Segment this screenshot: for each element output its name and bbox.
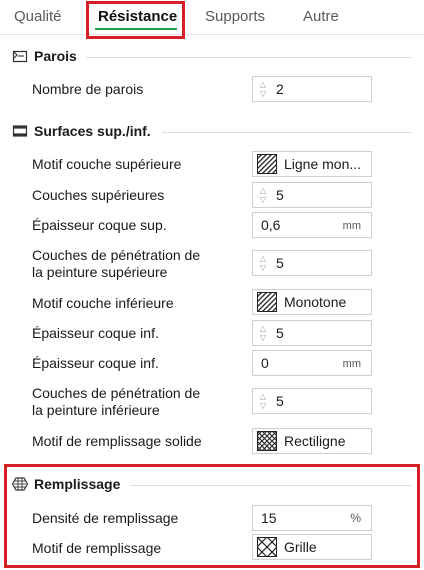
bottom-pattern-value: Monotone [284,294,347,310]
infill-pattern-label: Motif de remplissage [32,540,162,556]
bottom-shell-thickness-input[interactable]: 0 mm [252,350,372,376]
tab-bar: Qualité Résistance Supports Autre [0,0,424,35]
top-shell-thickness-input[interactable]: 0,6 mm [252,212,372,238]
top-pattern-select[interactable]: Ligne mon... [252,151,372,177]
spin-up-icon[interactable]: △ [260,80,266,89]
unit-label: mm [342,358,361,370]
bottom-paint-penetration-value: 5 [276,393,284,409]
tab-supports[interactable]: Supports [205,8,265,25]
spin-down-icon[interactable]: ▽ [260,89,266,98]
section-divider [86,57,412,58]
top-shell-thickness-label: Épaisseur coque sup. [32,217,167,233]
top-paint-penetration-spinner[interactable]: △ ▽ 5 [252,250,372,276]
infill-density-value: 15 [261,510,277,526]
spin-down-icon[interactable]: ▽ [260,195,266,204]
wall-count-value: 2 [276,81,284,97]
bottom-shell-thickness-label: Épaisseur coque inf. [32,355,159,371]
top-layers-spinner[interactable]: △ ▽ 5 [252,182,372,208]
infill-pattern-select[interactable]: Grille [252,534,372,560]
rectilinear-pattern-icon [257,431,277,451]
unit-label: % [350,511,361,525]
solid-infill-pattern-value: Rectiligne [284,433,346,449]
section-divider [162,132,412,133]
top-pattern-value: Ligne mon... [284,156,362,172]
section-divider [130,485,412,486]
top-shell-thickness-value: 0,6 [261,217,281,233]
section-surfaces-title: Surfaces sup./inf. [34,123,151,139]
spin-up-icon[interactable]: △ [260,254,266,263]
spin-down-icon[interactable]: ▽ [260,263,266,272]
top-paint-penetration-label-line2: la peinture supérieure [32,264,168,280]
section-infill-title: Remplissage [34,476,121,492]
bottom-paint-penetration-label-line2: la peinture inférieure [32,402,160,418]
section-infill-header: Remplissage [12,476,120,492]
tab-other[interactable]: Autre [303,8,339,25]
top-paint-penetration-value: 5 [276,255,284,271]
spin-up-icon[interactable]: △ [260,324,266,333]
solid-infill-pattern-label: Motif de remplissage solide [32,433,202,449]
spin-down-icon[interactable]: ▽ [260,401,266,410]
section-surfaces-header: Surfaces sup./inf. [12,123,151,139]
unit-label: mm [342,220,361,232]
infill-density-label: Densité de remplissage [32,510,179,526]
section-walls-header: Parois [12,48,77,64]
spin-up-icon[interactable]: △ [260,392,266,401]
wall-count-spinner[interactable]: △ ▽ 2 [252,76,372,102]
monotonic-pattern-icon [257,292,277,312]
grid-pattern-icon [257,537,277,557]
top-paint-penetration-label-line1: Couches de pénétration de [32,247,201,263]
wall-count-label: Nombre de parois [32,81,144,97]
infill-icon [12,476,28,492]
bottom-pattern-label: Motif couche inférieure [32,295,174,311]
bottom-shell-thickness-value: 0 [261,355,269,371]
tab-strength[interactable]: Résistance [98,8,177,25]
bottom-paint-penetration-spinner[interactable]: △ ▽ 5 [252,388,372,414]
infill-pattern-value: Grille [284,539,317,555]
bottom-pattern-select[interactable]: Monotone [252,289,372,315]
layers-icon [12,123,28,139]
infill-density-input[interactable]: 15 % [252,505,372,531]
spin-up-icon[interactable]: △ [260,186,266,195]
bottom-paint-penetration-label-line1: Couches de pénétration de [32,385,201,401]
bottom-shell-layers-value: 5 [276,325,284,341]
section-walls-title: Parois [34,48,77,64]
spin-down-icon[interactable]: ▽ [260,333,266,342]
bottom-shell-layers-spinner[interactable]: △ ▽ 5 [252,320,372,346]
tab-quality[interactable]: Qualité [14,8,62,25]
top-layers-label: Couches supérieures [32,187,165,203]
bottom-shell-layers-label: Épaisseur coque inf. [32,325,159,341]
wall-icon [12,48,28,64]
solid-infill-pattern-select[interactable]: Rectiligne [252,428,372,454]
top-pattern-label: Motif couche supérieure [32,156,182,172]
monotonic-line-pattern-icon [257,154,277,174]
top-layers-value: 5 [276,187,284,203]
active-tab-indicator [95,28,177,30]
